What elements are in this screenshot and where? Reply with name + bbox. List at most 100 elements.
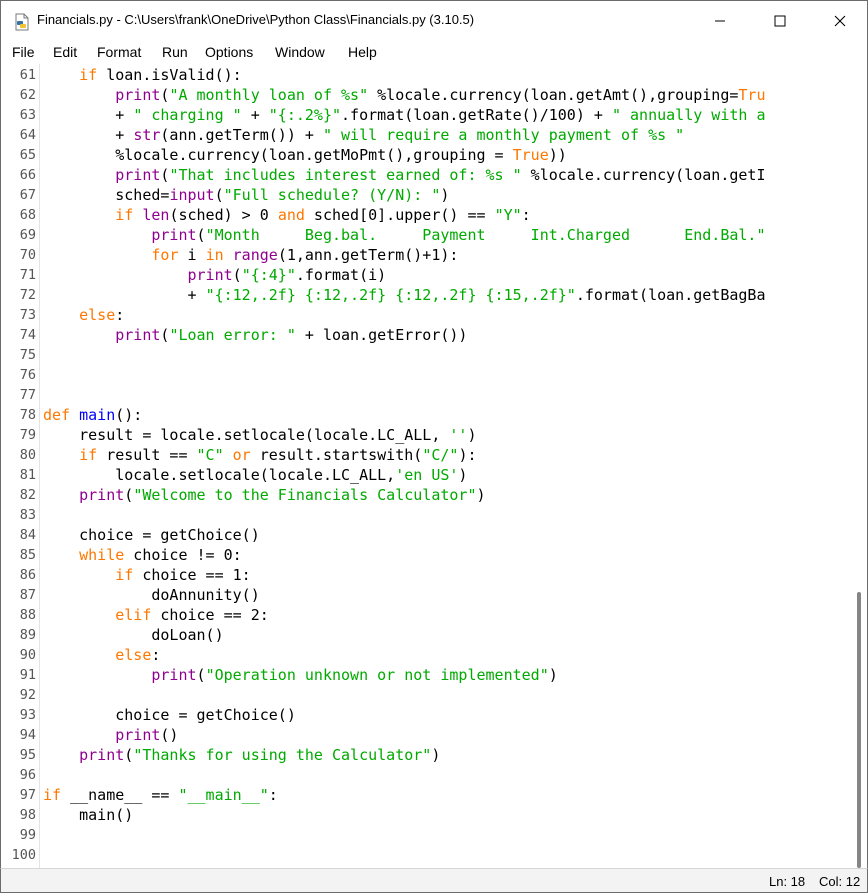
code-line[interactable]: else:	[43, 645, 160, 665]
code-line[interactable]: main()	[43, 805, 133, 825]
line-number: 74	[19, 327, 36, 343]
code-line[interactable]: sched=input("Full schedule? (Y/N): ")	[43, 185, 449, 205]
string-token: " charging "	[133, 106, 242, 124]
code-line[interactable]: if loan.isValid():	[43, 65, 242, 85]
code-line[interactable]: choice = getChoice()	[43, 705, 296, 725]
code-line[interactable]: print("Loan error: " + loan.getError())	[43, 325, 467, 345]
code-line[interactable]: result = locale.setlocale(locale.LC_ALL,…	[43, 425, 476, 445]
menu-format[interactable]: Format	[97, 44, 141, 60]
line-number: 69	[19, 227, 36, 243]
line-number: 72	[19, 287, 36, 303]
code-line[interactable]: choice = getChoice()	[43, 525, 260, 545]
code-line[interactable]: print("Welcome to the Financials Calcula…	[43, 485, 485, 505]
keyword-token: in	[205, 246, 224, 264]
keyword-token: for	[151, 246, 179, 264]
code-line[interactable]: print("Thanks for using the Calculator")	[43, 745, 440, 765]
code-token: )	[431, 746, 441, 764]
code-line[interactable]: if __name__ == "__main__":	[43, 785, 278, 805]
string-token: " will require a monthly payment of %s "	[322, 126, 685, 144]
code-line[interactable]: print()	[43, 725, 178, 745]
menu-run[interactable]: Run	[162, 44, 188, 60]
code-line[interactable]: else:	[43, 305, 124, 325]
string-token: "Thanks for using the Calculator"	[133, 746, 432, 764]
keyword-token: if	[79, 66, 98, 84]
code-editor[interactable]: 61 62 63 64 65 66 67 68 69 70 71 72 73 74 75 76 77 78 79 80…	[0, 64, 868, 868]
string-token: "Month Beg.bal. Payment Int.Charged End.…	[205, 226, 766, 244]
line-number: 94	[19, 727, 36, 743]
code-line[interactable]: + "{:12,.2f} {:12,.2f} {:12,.2f} {:15,.2…	[43, 285, 765, 305]
code-token: ()	[160, 726, 179, 744]
code-line[interactable]: def main():	[43, 405, 142, 425]
code-token: :	[521, 206, 531, 224]
python-file-icon	[15, 13, 29, 31]
line-number: 70	[19, 247, 36, 263]
keyword-token: if	[43, 786, 62, 804]
menu-bar: File Edit Format Run Options Window Help	[0, 40, 868, 64]
code-token: + loan.getError())	[295, 326, 468, 344]
menu-edit[interactable]: Edit	[53, 44, 77, 60]
builtin-token: len	[142, 206, 170, 224]
code-line[interactable]: print("Month Beg.bal. Payment Int.Charge…	[43, 225, 765, 245]
code-line[interactable]: elif choice == 2:	[43, 605, 269, 625]
line-number: 83	[19, 507, 36, 523]
line-number: 98	[19, 807, 36, 823]
builtin-token: str	[133, 126, 161, 144]
code-token: (	[232, 266, 242, 284]
line-number-gutter: 61 62 63 64 65 66 67 68 69 70 71 72 73 74 75 76 77 78 79 80…	[2, 64, 38, 868]
code-line[interactable]: print("A monthly loan of %s" %locale.cur…	[43, 85, 765, 105]
code-token: (	[196, 666, 206, 684]
string-token: "Operation unknown or not implemented"	[205, 666, 549, 684]
code-line[interactable]: doLoan()	[43, 625, 223, 645]
code-token: )	[467, 426, 477, 444]
builtin-token: print	[115, 726, 161, 744]
string-token: " annually with a	[611, 106, 766, 124]
title-bar[interactable]: Financials.py - C:\Users\frank\OneDrive\…	[0, 0, 868, 40]
menu-file[interactable]: File	[12, 44, 35, 60]
scrollbar-thumb[interactable]	[857, 592, 861, 868]
code-line[interactable]: locale.setlocale(locale.LC_ALL,'en US')	[43, 465, 467, 485]
code-line[interactable]: + " charging " + "{:.2%}".format(loan.ge…	[43, 105, 766, 125]
line-number: 100	[11, 847, 36, 863]
code-token: %locale.currency(loan.getMoPmt(),groupin…	[43, 146, 513, 164]
string-token: "__main__"	[178, 786, 269, 804]
code-line[interactable]: print("{:4}".format(i)	[43, 265, 387, 285]
code-line[interactable]: print("Operation unknown or not implemen…	[43, 665, 557, 685]
line-number: 78	[19, 407, 36, 423]
code-text-area[interactable]: if loan.isValid(): print("A monthly loan…	[43, 64, 843, 868]
code-token: ():	[115, 406, 143, 424]
code-line[interactable]: while choice != 0:	[43, 545, 242, 565]
vertical-scrollbar[interactable]	[843, 64, 867, 868]
code-line[interactable]: %locale.currency(loan.getMoPmt(),groupin…	[43, 145, 567, 165]
code-token: choice == 1:	[133, 566, 251, 584]
minimize-button[interactable]	[691, 1, 749, 41]
line-number: 92	[19, 687, 36, 703]
menu-window[interactable]: Window	[275, 44, 325, 60]
maximize-button[interactable]	[751, 1, 809, 41]
code-line[interactable]: if len(sched) > 0 and sched[0].upper() =…	[43, 205, 531, 225]
code-token: +	[241, 106, 269, 124]
builtin-token: print	[151, 226, 197, 244]
code-line[interactable]: + str(ann.getTerm()) + " will require a …	[43, 125, 684, 145]
code-line[interactable]: if choice == 1:	[43, 565, 251, 585]
code-line[interactable]: if result == "C" or result.startswith("C…	[43, 445, 476, 465]
line-number: 80	[19, 447, 36, 463]
menu-options[interactable]: Options	[205, 44, 253, 60]
code-token: +	[43, 286, 206, 304]
code-line[interactable]: print("That includes interest earned of:…	[43, 165, 765, 185]
close-button[interactable]	[811, 1, 868, 41]
line-number: 76	[19, 367, 36, 383]
code-line[interactable]: doAnnunity()	[43, 585, 259, 605]
code-token: :	[115, 306, 125, 324]
code-token: )	[440, 186, 450, 204]
line-number: 88	[19, 607, 36, 623]
line-number: 91	[19, 667, 36, 683]
menu-help[interactable]: Help	[348, 44, 377, 60]
code-line[interactable]: for i in range(1,ann.getTerm()+1):	[43, 245, 458, 265]
code-token: loan.isValid():	[97, 66, 242, 84]
